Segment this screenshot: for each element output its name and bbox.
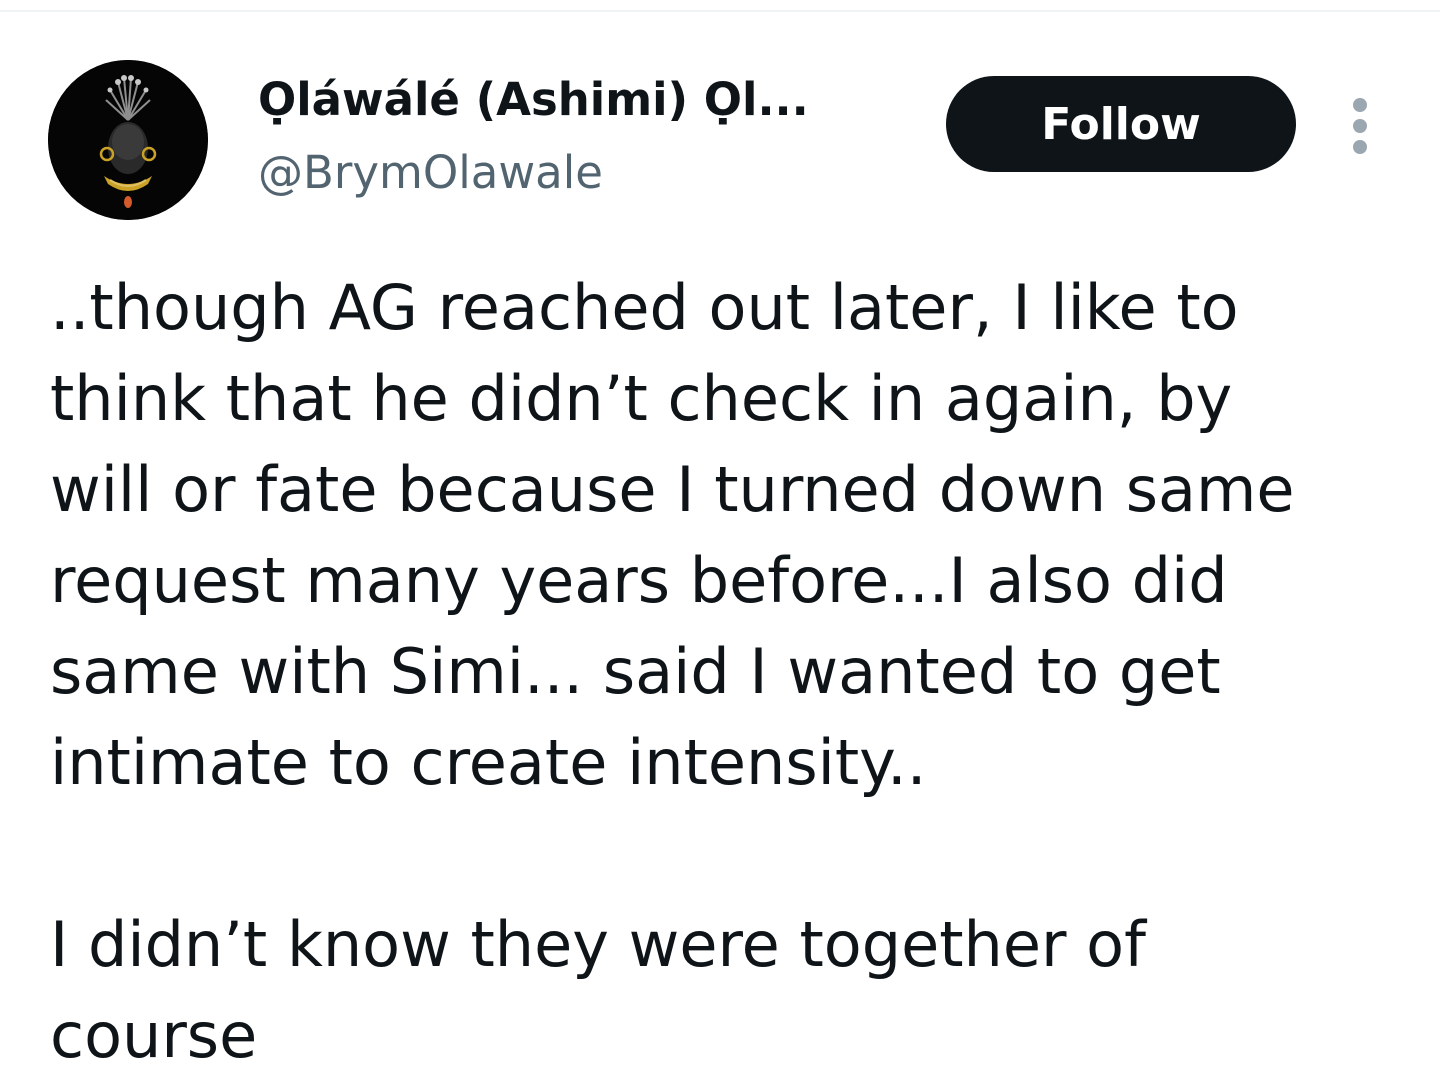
top-divider: [0, 10, 1440, 12]
tweet-line: intimate to create intensity..: [50, 726, 927, 799]
author-handle[interactable]: @BrymOlawale: [258, 143, 603, 203]
more-dot: [1353, 119, 1367, 133]
more-dot: [1353, 98, 1367, 112]
tweet-line: course: [50, 999, 258, 1072]
tweet-line: will or fate because I turned down same: [50, 453, 1295, 526]
author-display-name[interactable]: Ọláwálé (Ashimi) Ọl...: [258, 70, 809, 130]
tweet-line: I didn’t know they were together of: [50, 908, 1146, 981]
tweet-text: ..though AG reached out later, I like to…: [50, 262, 1410, 1081]
avatar[interactable]: [48, 60, 208, 220]
tweet-line: think that he didn’t check in again, by: [50, 362, 1233, 435]
more-dot: [1353, 140, 1367, 154]
tweet-line: request many years before...I also did: [50, 544, 1228, 617]
more-vertical-icon[interactable]: [1340, 96, 1380, 156]
follow-button[interactable]: Follow: [946, 76, 1296, 172]
tweet-line: same with Simi... said I wanted to get: [50, 635, 1221, 708]
tweet-card: Ọláwálé (Ashimi) Ọl... @BrymOlawale Foll…: [0, 0, 1440, 1086]
avatar-image: [48, 60, 208, 220]
tweet-line: ..though AG reached out later, I like to: [50, 271, 1239, 344]
